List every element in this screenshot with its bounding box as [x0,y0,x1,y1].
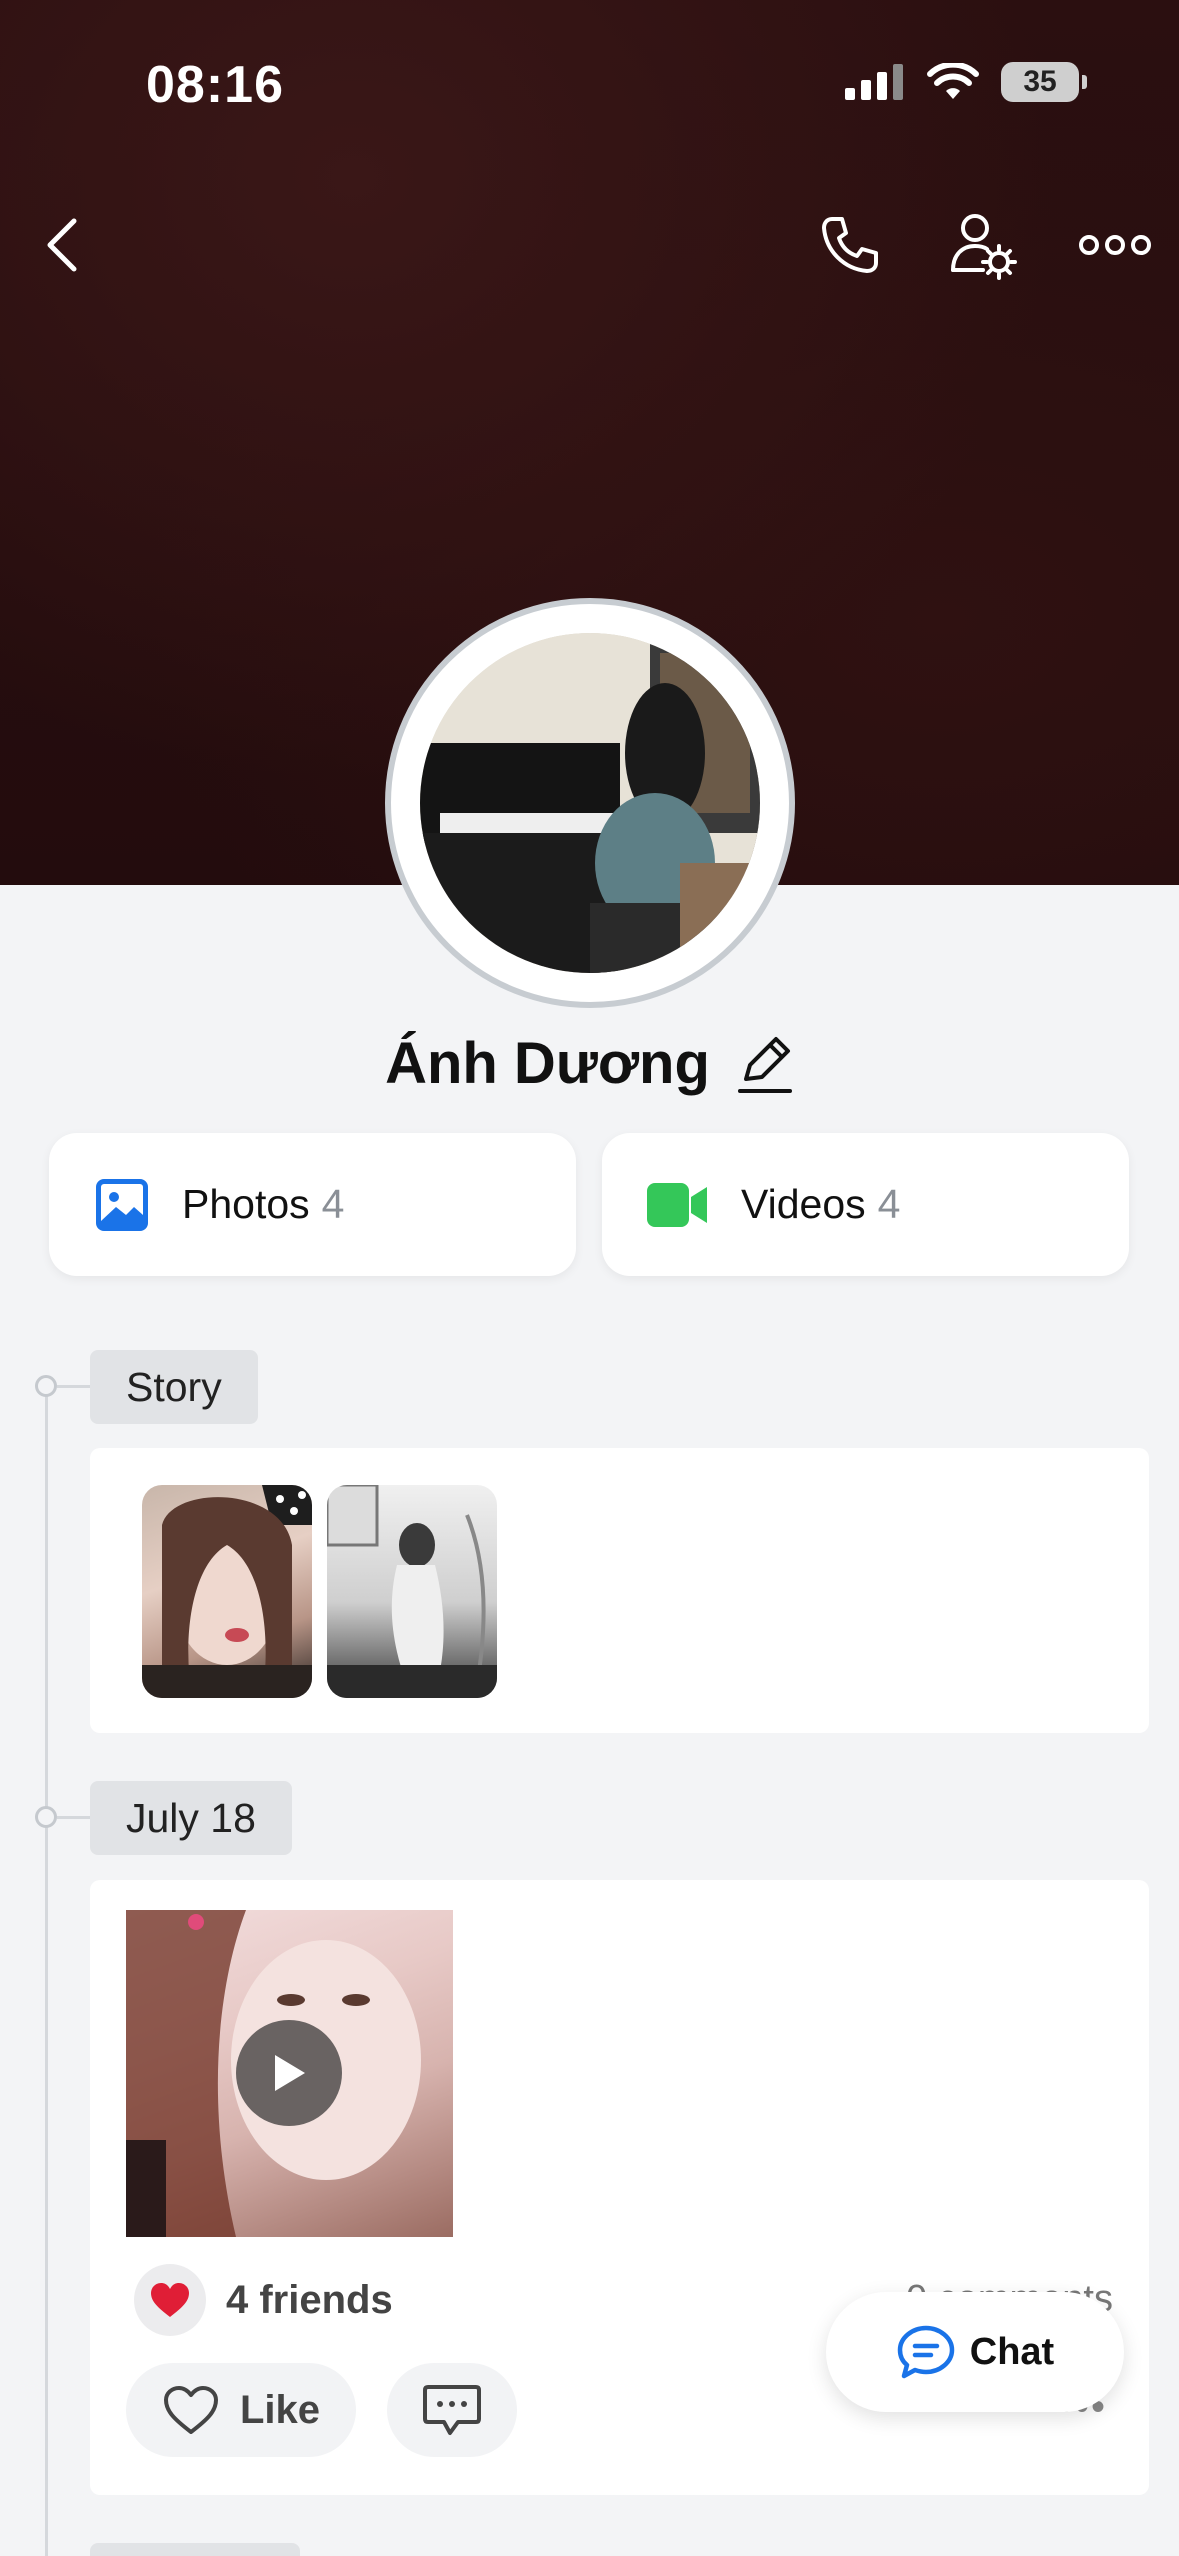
story-illustration-2 [327,1485,497,1698]
video-icon [647,1182,707,1227]
videos-count: 4 [877,1181,901,1227]
chat-label: Chat [969,2330,1055,2373]
call-button[interactable] [810,205,890,285]
date-label: July 18 [90,1781,292,1855]
comment-button[interactable] [387,2363,517,2457]
photos-icon [96,1178,148,1231]
status-time: 08:16 [146,56,284,114]
chat-icon [897,2325,955,2379]
status-icons: 35 [845,62,1087,102]
phone-icon [822,217,878,273]
back-button[interactable] [22,205,102,285]
like-button[interactable]: Like [126,2363,356,2457]
back-icon [47,218,77,272]
story-label: Story [90,1350,258,1424]
more-icon [1079,235,1151,255]
videos-label: Videos [741,1181,866,1227]
avatar-illustration [420,633,760,973]
battery-level: 35 [1023,65,1057,98]
user-settings-icon [951,214,1017,280]
heart-reaction-icon [151,2283,189,2317]
videos-card[interactable]: Videos 4 [602,1133,1129,1276]
video-thumbnail[interactable] [126,1910,453,2237]
heart-outline-icon [163,2386,218,2434]
profile-name-row: Ánh Dương [0,1030,1179,1097]
photos-card[interactable]: Photos 4 [49,1133,576,1276]
next-date-label [90,2543,300,2556]
chat-button[interactable]: Chat [826,2292,1124,2412]
edit-name-icon[interactable] [736,1033,794,1095]
more-options-button[interactable] [1075,205,1155,285]
play-button[interactable] [236,2020,342,2126]
photos-label: Photos [182,1181,310,1227]
timeline-dot [35,1806,57,1828]
timeline-tick [57,1816,91,1819]
photos-count: 4 [321,1181,345,1227]
profile-avatar[interactable] [385,598,795,1008]
battery-icon: 35 [1001,62,1087,102]
avatar-photo [420,633,760,973]
reaction-count[interactable]: 4 friends [226,2278,393,2323]
timeline-dot [35,1375,57,1397]
signal-icon [845,64,903,100]
timeline-tick [57,1385,91,1388]
story-panel [90,1448,1149,1733]
user-settings-button[interactable] [942,205,1022,285]
story-illustration-1 [142,1485,312,1698]
timeline-line [45,1385,48,2556]
reaction-badge[interactable] [134,2264,206,2336]
play-icon [275,2055,305,2091]
story-thumbnail[interactable] [142,1485,312,1698]
story-thumbnail[interactable] [327,1485,497,1698]
like-label: Like [239,2387,321,2432]
comment-icon [423,2385,481,2435]
profile-name: Ánh Dương [385,1031,710,1096]
wifi-icon [927,63,979,99]
